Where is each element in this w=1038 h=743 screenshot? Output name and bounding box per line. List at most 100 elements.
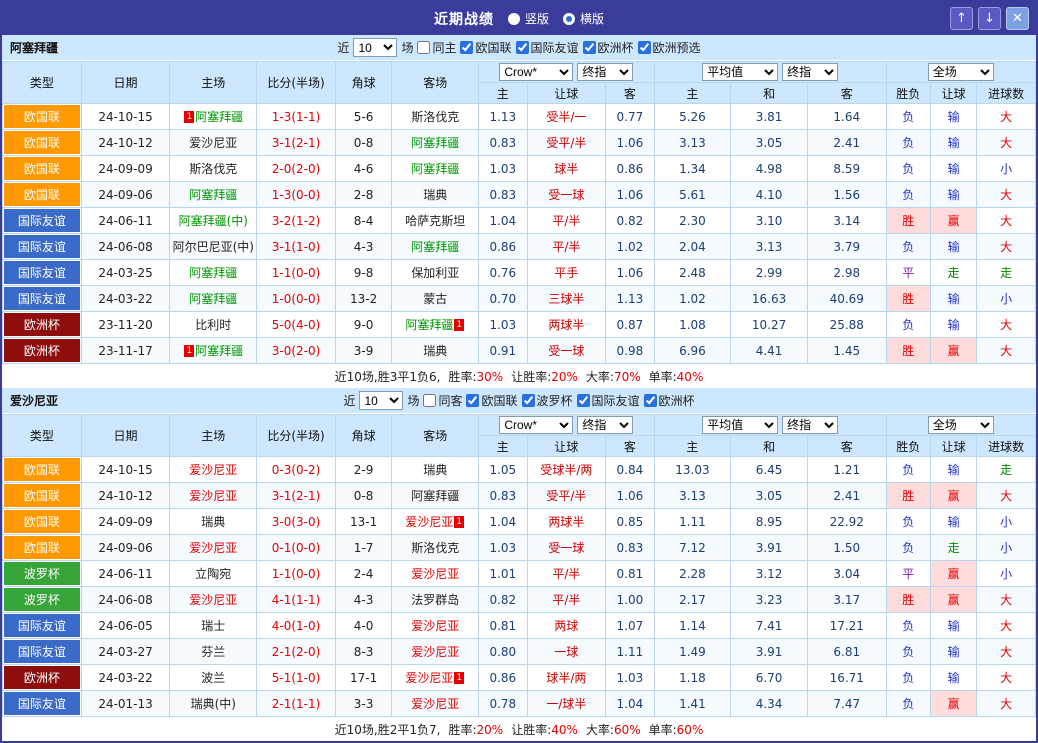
team-filterbar: 爱沙尼亚 近 10 场 同客 欧国联 波罗杯	[2, 388, 1036, 414]
odds-final-select[interactable]: 终指	[577, 416, 633, 434]
match-scope-select[interactable]: 全场	[928, 416, 994, 434]
corner-cell: 4-3	[335, 587, 391, 613]
away-team-cell: 瑞典	[392, 457, 479, 483]
league-type-cell: 欧国联	[3, 182, 82, 208]
handicap-home-odds-cell: 1.05	[479, 457, 527, 483]
avg-final-select[interactable]: 终指	[782, 416, 838, 434]
home-team-cell: 1阿塞拜疆	[170, 104, 257, 130]
avg-odds-select[interactable]: 平均值	[702, 63, 778, 81]
home-team-cell: 芬兰	[170, 639, 257, 665]
goals-result-cell: 大	[977, 234, 1036, 260]
team-name: 阿塞拜疆	[10, 39, 58, 56]
rank-badge: 1	[454, 672, 464, 684]
team-name-text: 爱沙尼亚	[411, 697, 459, 711]
team-name-text: 爱沙尼亚	[189, 136, 237, 150]
avg-away-odds-cell: 2.41	[807, 483, 886, 509]
avg-home-odds-cell: 1.41	[654, 691, 731, 717]
subcol-handicap: 让球	[527, 83, 606, 104]
col-type: 类型	[3, 62, 82, 104]
date-cell: 24-03-25	[81, 260, 170, 286]
handicap-result-cell: 赢	[930, 587, 976, 613]
score-cell: 3-0(2-0)	[257, 338, 336, 364]
team-name-text: 阿塞拜疆	[189, 292, 237, 306]
recent-games-select[interactable]: 10	[353, 38, 397, 57]
score-cell: 3-1(2-1)	[257, 483, 336, 509]
home-team-cell: 爱沙尼亚	[170, 130, 257, 156]
avg-home-odds-cell: 1.34	[654, 156, 731, 182]
avg-final-select[interactable]: 终指	[782, 63, 838, 81]
date-cell: 24-06-08	[81, 234, 170, 260]
radio-horizontal-layout[interactable]: 横版	[563, 10, 604, 27]
league-checkbox-3[interactable]: 欧洲预选	[638, 39, 701, 56]
avg-draw-odds-cell: 4.10	[731, 182, 808, 208]
corner-cell: 4-3	[335, 234, 391, 260]
subcol-goals-result: 进球数	[977, 83, 1036, 104]
same-venue-checkbox[interactable]: 同主	[417, 39, 456, 56]
same-venue-checkbox[interactable]: 同客	[423, 392, 462, 409]
move-up-button[interactable]: ↑	[950, 7, 973, 30]
winlose-result-cell: 负	[886, 457, 930, 483]
radio-vertical-layout[interactable]: 竖版	[508, 10, 549, 27]
odds-final-select[interactable]: 终指	[577, 63, 633, 81]
subcol-home-odds: 主	[479, 83, 527, 104]
match-scope-select[interactable]: 全场	[928, 63, 994, 81]
team-name-text: 阿塞拜疆	[411, 489, 459, 503]
subcol-avg-draw: 和	[731, 83, 808, 104]
league-checkbox-input[interactable]	[516, 41, 529, 54]
league-checkbox-1[interactable]: 波罗杯	[522, 392, 573, 409]
avg-home-odds-cell: 5.26	[654, 104, 731, 130]
league-checkbox-1[interactable]: 国际友谊	[516, 39, 579, 56]
league-checkbox-3[interactable]: 欧洲杯	[644, 392, 695, 409]
avg-odds-select[interactable]: 平均值	[702, 416, 778, 434]
league-checkbox-input[interactable]	[466, 394, 479, 407]
col-away: 客场	[392, 415, 479, 457]
subcol-avg-home: 主	[654, 83, 731, 104]
league-checkbox-2[interactable]: 国际友谊	[577, 392, 640, 409]
team-name-text: 斯洛伐克	[411, 541, 459, 555]
score-cell: 1-0(0-0)	[257, 286, 336, 312]
handicap-line-cell: 球半	[527, 156, 606, 182]
handicap-result-cell: 赢	[930, 483, 976, 509]
league-checkbox-input[interactable]	[583, 41, 596, 54]
league-checkbox-0[interactable]: 欧国联	[460, 39, 511, 56]
league-checkbox-input[interactable]	[577, 394, 590, 407]
col-date: 日期	[81, 415, 170, 457]
handicap-home-odds-cell: 0.76	[479, 260, 527, 286]
handicap-line-cell: 平手	[527, 260, 606, 286]
odds-company-select[interactable]: Crow*	[499, 416, 573, 434]
handicap-line-cell: 两球半	[527, 312, 606, 338]
odds-company-select[interactable]: Crow*	[499, 63, 573, 81]
avg-away-odds-cell: 6.81	[807, 639, 886, 665]
team-name-text: 爱沙尼亚	[405, 671, 453, 685]
same-venue-input[interactable]	[417, 41, 430, 54]
handicap-away-odds-cell: 0.87	[606, 312, 654, 338]
league-type-cell: 欧国联	[3, 483, 82, 509]
league-checkbox-input[interactable]	[460, 41, 473, 54]
goals-result-cell: 走	[977, 457, 1036, 483]
recent-games-select[interactable]: 10	[359, 391, 403, 410]
league-type-cell: 欧洲杯	[3, 665, 82, 691]
league-checkbox-0[interactable]: 欧国联	[466, 392, 517, 409]
goals-result-cell: 大	[977, 665, 1036, 691]
league-checkbox-input[interactable]	[638, 41, 651, 54]
handicap-result-cell: 赢	[930, 208, 976, 234]
score-cell: 0-1(0-0)	[257, 535, 336, 561]
radio-horizontal-label: 横版	[580, 10, 604, 27]
avg-draw-odds-cell: 16.63	[731, 286, 808, 312]
col-score: 比分(半场)	[257, 415, 336, 457]
team-name-text: 阿塞拜疆	[405, 318, 453, 332]
handicap-result-cell: 赢	[930, 338, 976, 364]
match-row: 国际友谊24-03-27芬兰2-1(2-0)8-3爱沙尼亚0.80一球1.111…	[3, 639, 1036, 665]
close-button[interactable]: ✕	[1006, 7, 1029, 30]
league-checkbox-2[interactable]: 欧洲杯	[583, 39, 634, 56]
score-cell: 4-0(1-0)	[257, 613, 336, 639]
move-down-button[interactable]: ↓	[978, 7, 1001, 30]
subcol-avg-home: 主	[654, 436, 731, 457]
score-cell: 5-0(4-0)	[257, 312, 336, 338]
handicap-result-cell: 走	[930, 535, 976, 561]
same-venue-input[interactable]	[423, 394, 436, 407]
handicap-home-odds-cell: 0.86	[479, 234, 527, 260]
league-checkbox-input[interactable]	[644, 394, 657, 407]
league-checkbox-input[interactable]	[522, 394, 535, 407]
avg-away-odds-cell: 2.98	[807, 260, 886, 286]
